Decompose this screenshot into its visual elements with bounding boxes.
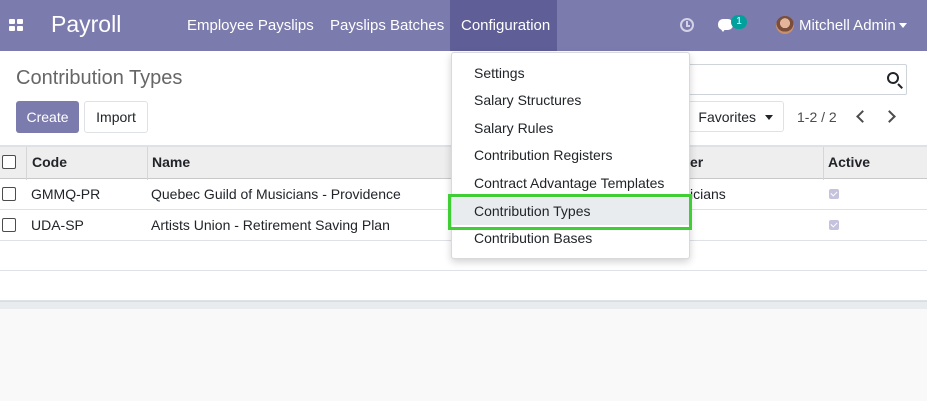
- menu-configuration[interactable]: Configuration: [450, 0, 557, 51]
- row-name: Quebec Guild of Musicians - Providence: [151, 186, 401, 202]
- search-icon[interactable]: [887, 72, 899, 84]
- clock-icon[interactable]: [680, 18, 694, 32]
- chat-count-badge: 1: [731, 15, 747, 29]
- row-code: GMMQ-PR: [31, 186, 101, 202]
- select-all-checkbox[interactable]: [2, 155, 16, 169]
- dropdown-item-salary-structures[interactable]: Salary Structures: [452, 87, 689, 114]
- chevron-left-icon[interactable]: [856, 110, 869, 123]
- list-footer: [0, 301, 927, 309]
- row-checkbox[interactable]: [2, 187, 16, 201]
- column-header-active[interactable]: Active: [828, 147, 870, 178]
- dropdown-item-contribution-registers[interactable]: Contribution Registers: [452, 142, 689, 169]
- menu-payslips-batches[interactable]: Payslips Batches: [319, 0, 455, 51]
- pager-value[interactable]: 1-2 / 2: [797, 109, 837, 125]
- import-button[interactable]: Import: [84, 101, 148, 133]
- dropdown-item-salary-rules[interactable]: Salary Rules: [452, 115, 689, 142]
- chevron-right-icon[interactable]: [883, 110, 896, 123]
- dropdown-item-settings[interactable]: Settings: [452, 60, 689, 87]
- column-header-name[interactable]: Name: [152, 147, 190, 178]
- page-title: Contribution Types: [16, 67, 183, 89]
- checkbox-icon: [829, 220, 839, 230]
- checkbox-icon: [829, 189, 839, 199]
- apps-icon[interactable]: [9, 19, 23, 31]
- caret-down-icon[interactable]: [899, 23, 907, 28]
- top-navbar: Payroll Employee Payslips Payslips Batch…: [0, 0, 927, 51]
- create-button[interactable]: Create: [16, 101, 79, 133]
- row-name: Artists Union - Retirement Saving Plan: [151, 217, 390, 233]
- dropdown-item-contract-advantage-templates[interactable]: Contract Advantage Templates: [452, 170, 689, 197]
- highlight-outline: [448, 194, 692, 230]
- app-brand[interactable]: Payroll: [51, 11, 121, 38]
- row-partial: icians: [690, 186, 726, 202]
- caret-down-icon: [765, 115, 773, 120]
- favorites-dropdown[interactable]: Favorites: [675, 101, 784, 132]
- column-header-code[interactable]: Code: [32, 147, 67, 178]
- user-avatar[interactable]: [776, 16, 794, 34]
- menu-employee-payslips[interactable]: Employee Payslips: [176, 0, 325, 51]
- empty-row: [0, 271, 927, 301]
- row-checkbox[interactable]: [2, 218, 16, 232]
- favorites-label: Favorites: [698, 109, 756, 125]
- search-input[interactable]: [660, 64, 907, 95]
- column-header-partial[interactable]: er: [690, 147, 703, 178]
- row-code: UDA-SP: [31, 217, 84, 233]
- user-menu-name[interactable]: Mitchell Admin: [799, 17, 896, 34]
